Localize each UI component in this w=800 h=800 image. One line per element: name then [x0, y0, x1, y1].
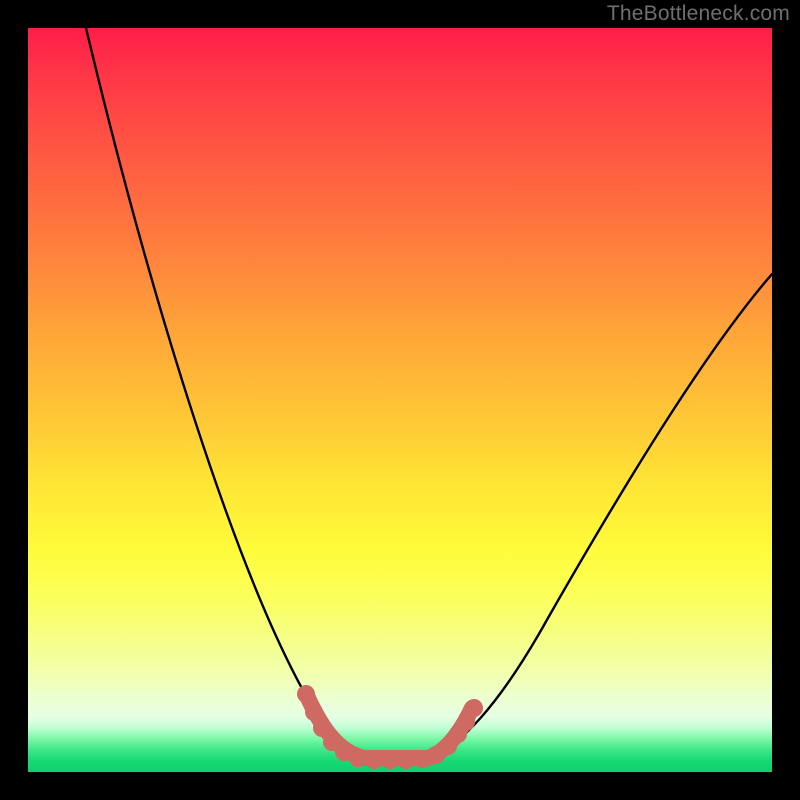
- left-curve: [86, 28, 364, 758]
- highlight-dots-group: [297, 685, 483, 769]
- highlight-dot: [381, 751, 399, 769]
- curve-layer: [28, 28, 772, 772]
- watermark-text: TheBottleneck.com: [607, 2, 790, 26]
- highlight-dot: [305, 703, 323, 721]
- highlight-dot: [349, 749, 367, 767]
- plot-area: [28, 28, 772, 772]
- highlight-dot: [365, 751, 383, 769]
- outer-frame: TheBottleneck.com: [0, 0, 800, 800]
- right-curve: [428, 274, 772, 758]
- highlight-dot: [397, 751, 415, 769]
- highlight-dot: [297, 685, 315, 703]
- highlight-dot: [465, 699, 483, 717]
